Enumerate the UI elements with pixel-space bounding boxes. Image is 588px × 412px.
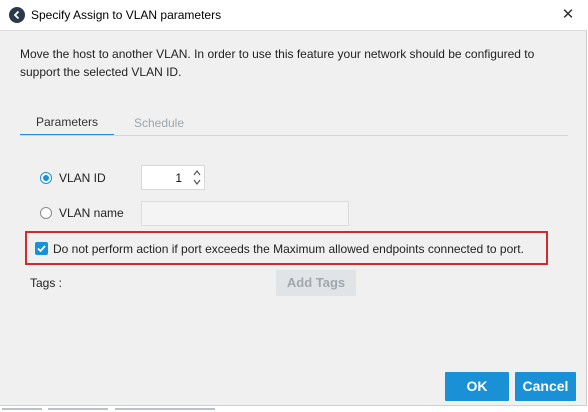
assign-vlan-dialog: Specify Assign to VLAN parameters ✕ Move… xyxy=(0,0,587,406)
close-icon[interactable]: ✕ xyxy=(555,3,581,27)
vlan-id-value[interactable]: 1 xyxy=(175,171,182,185)
checkmark-icon xyxy=(37,245,46,253)
chevron-down-icon[interactable] xyxy=(191,177,203,187)
vlan-id-radio[interactable] xyxy=(40,172,52,184)
vlan-name-radio[interactable] xyxy=(40,207,52,219)
max-endpoints-label: Do not perform action if port exceeds th… xyxy=(53,242,524,256)
tab-divider xyxy=(20,135,568,136)
tab-parameters[interactable]: Parameters xyxy=(20,110,114,136)
dialog-description: Move the host to another VLAN. In order … xyxy=(20,47,535,79)
ok-button[interactable]: OK xyxy=(445,372,509,401)
title-bar[interactable]: Specify Assign to VLAN parameters ✕ xyxy=(0,0,587,31)
tab-schedule[interactable]: Schedule xyxy=(126,111,192,135)
tags-label: Tags : xyxy=(30,276,63,290)
tab-bar: Parameters Schedule xyxy=(20,110,568,136)
vlan-name-input[interactable] xyxy=(141,201,349,226)
add-tags-button[interactable]: Add Tags xyxy=(276,270,356,296)
vlan-name-label: VLAN name xyxy=(59,206,124,220)
vlan-id-label: VLAN ID xyxy=(59,171,106,185)
max-endpoints-checkbox[interactable] xyxy=(35,242,48,255)
app-logo-icon xyxy=(9,7,25,23)
cancel-button[interactable]: Cancel xyxy=(515,372,576,401)
dialog-title: Specify Assign to VLAN parameters xyxy=(31,8,222,22)
vlan-id-stepper[interactable]: 1 xyxy=(141,165,205,190)
background-window-strip xyxy=(0,406,588,412)
